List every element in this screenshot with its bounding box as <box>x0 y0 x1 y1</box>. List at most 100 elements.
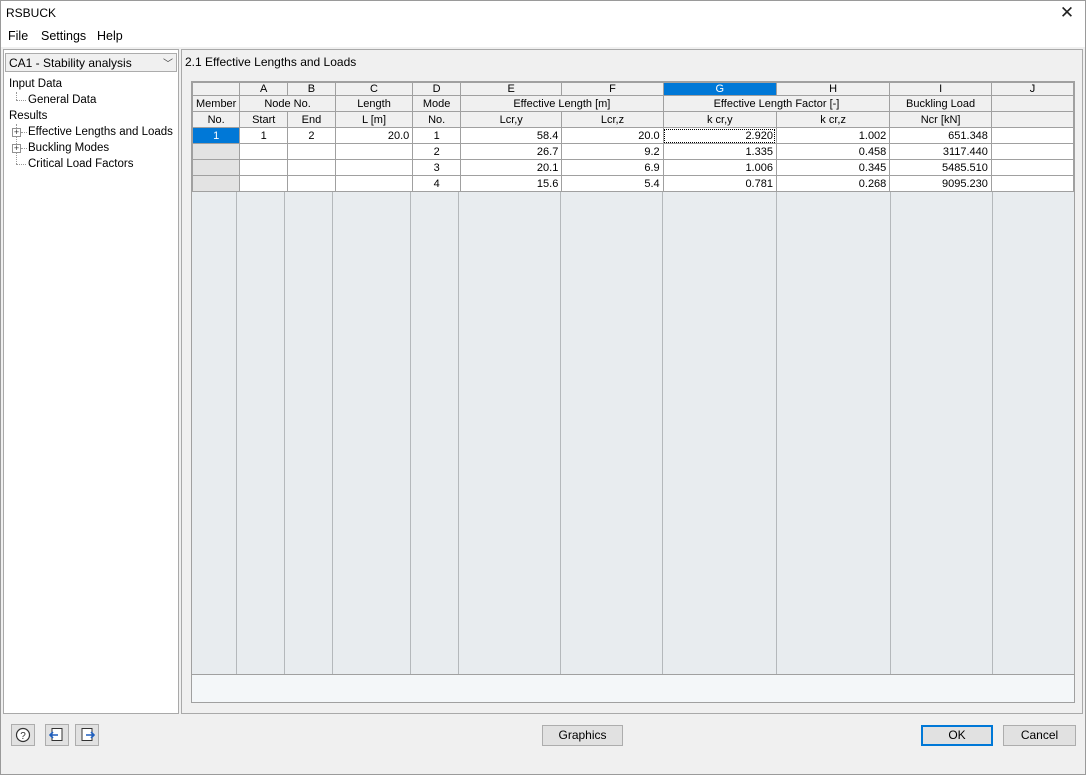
header-lcr-z: Lcr,z <box>561 111 664 128</box>
chevron-down-icon[interactable]: ﹀ <box>163 55 173 70</box>
menu-file[interactable]: File <box>8 29 28 43</box>
column-letter-j[interactable]: J <box>990 82 1074 96</box>
cell-end[interactable] <box>287 159 336 176</box>
results-grid: A B C D E F G H I J Member Node No. Leng… <box>192 82 1074 192</box>
cell-kcr-z[interactable]: 0.345 <box>775 159 891 176</box>
cell-kcr-y[interactable]: 1.006 <box>662 159 777 176</box>
header-end: End <box>287 111 336 128</box>
header-start: Start <box>239 111 289 128</box>
menu-settings[interactable]: Settings <box>41 29 86 43</box>
cell-lcr-y[interactable]: 20.1 <box>460 159 563 176</box>
header-length: Length <box>334 95 414 112</box>
cell-ncr[interactable]: 5485.510 <box>889 159 992 176</box>
header-kcr-z: k cr,z <box>775 111 891 128</box>
header-member-no: No. <box>192 111 241 128</box>
cell-lcr-y[interactable]: 58.4 <box>460 127 563 144</box>
row-header[interactable] <box>192 143 241 160</box>
cell-ncr[interactable]: 9095.230 <box>889 175 992 192</box>
column-letter-d[interactable]: D <box>412 82 462 96</box>
cell-lcr-y[interactable]: 15.6 <box>460 175 563 192</box>
cell-ncr[interactable]: 3117.440 <box>889 143 992 160</box>
case-selector-value: CA1 - Stability analysis <box>9 56 132 70</box>
column-letter-b[interactable]: B <box>287 82 336 96</box>
cell-lcr-z[interactable]: 9.2 <box>561 143 664 160</box>
table-row: 3 20.1 6.9 1.006 0.345 5485.510 <box>192 159 1074 176</box>
column-letter-g[interactable]: G <box>662 82 777 96</box>
import-icon[interactable] <box>45 724 69 746</box>
cell-kcr-z[interactable]: 0.268 <box>775 175 891 192</box>
results-table: A B C D E F G H I J Member Node No. Leng… <box>191 81 1075 703</box>
case-selector[interactable]: CA1 - Stability analysis ﹀ <box>5 53 177 72</box>
header-effective-length-factor: Effective Length Factor [-] <box>662 95 891 112</box>
table-row: 4 15.6 5.4 0.781 0.268 9095.230 <box>192 175 1074 192</box>
window-title: RSBUCK <box>6 6 57 20</box>
cell-kcr-z[interactable]: 0.458 <box>775 143 891 160</box>
header-lcr-y: Lcr,y <box>460 111 563 128</box>
header-member: Member <box>192 95 241 112</box>
column-letter-i[interactable]: I <box>889 82 992 96</box>
cell-lcr-z[interactable]: 6.9 <box>561 159 664 176</box>
cell-kcr-y[interactable]: 0.781 <box>662 175 777 192</box>
table-footer <box>192 674 1074 702</box>
cell-mode[interactable]: 1 <box>412 127 462 144</box>
row-header[interactable] <box>192 159 241 176</box>
cell-j[interactable] <box>990 143 1074 160</box>
close-icon[interactable]: ✕ <box>1055 2 1079 26</box>
cell-kcr-y[interactable]: 1.335 <box>662 143 777 160</box>
cell-j[interactable] <box>990 175 1074 192</box>
expand-icon[interactable]: + <box>12 144 21 153</box>
graphics-button[interactable]: Graphics <box>542 725 623 746</box>
row-header[interactable]: 1 <box>192 127 241 144</box>
cell-start[interactable] <box>239 159 289 176</box>
cell-kcr-z[interactable]: 1.002 <box>775 127 891 144</box>
help-icon[interactable]: ? <box>11 724 35 746</box>
cell-kcr-y[interactable]: 2.920 <box>662 127 777 144</box>
export-icon[interactable] <box>75 724 99 746</box>
menu-help[interactable]: Help <box>97 29 123 43</box>
cell-end[interactable] <box>287 143 336 160</box>
cell-length[interactable]: 20.0 <box>334 127 414 144</box>
expand-icon[interactable]: + <box>12 128 21 137</box>
cell-end[interactable]: 2 <box>287 127 336 144</box>
cell-length[interactable] <box>334 159 414 176</box>
tree-item-critical-load-factors[interactable]: Critical Load Factors <box>28 158 133 170</box>
cell-j[interactable] <box>990 159 1074 176</box>
cell-lcr-y[interactable]: 26.7 <box>460 143 563 160</box>
cancel-button[interactable]: Cancel <box>1003 725 1076 746</box>
column-letter-c[interactable]: C <box>334 82 414 96</box>
tree-item-input-data[interactable]: Input Data <box>9 78 62 90</box>
row-header[interactable] <box>192 175 241 192</box>
column-letter-h[interactable]: H <box>775 82 891 96</box>
header-node-no: Node No. <box>239 95 336 112</box>
panel-title: 2.1 Effective Lengths and Loads <box>185 55 357 69</box>
cell-ncr[interactable]: 651.348 <box>889 127 992 144</box>
column-letter-e[interactable]: E <box>460 82 563 96</box>
column-letter-f[interactable]: F <box>561 82 664 96</box>
header-length-unit: L [m] <box>334 111 414 128</box>
cell-length[interactable] <box>334 143 414 160</box>
tree-item-general-data[interactable]: General Data <box>28 94 96 106</box>
cell-lcr-z[interactable]: 20.0 <box>561 127 664 144</box>
header-buckling-load: Buckling Load <box>889 95 992 112</box>
menu-bar: File Settings Help <box>1 27 1085 47</box>
corner-cell <box>192 82 241 96</box>
cell-mode[interactable]: 2 <box>412 143 462 160</box>
tree-item-results[interactable]: Results <box>9 110 47 122</box>
cell-j[interactable] <box>990 127 1074 144</box>
column-letter-a[interactable]: A <box>239 82 289 96</box>
navigator-panel: CA1 - Stability analysis ﹀ Input Data Ge… <box>3 49 179 714</box>
svg-text:?: ? <box>20 731 26 742</box>
cell-start[interactable] <box>239 175 289 192</box>
cell-start[interactable] <box>239 143 289 160</box>
cell-mode[interactable]: 3 <box>412 159 462 176</box>
cell-lcr-z[interactable]: 5.4 <box>561 175 664 192</box>
cell-end[interactable] <box>287 175 336 192</box>
tree-item-buckling-modes[interactable]: Buckling Modes <box>28 142 109 154</box>
header-mode-no: No. <box>412 111 462 128</box>
main-panel: 2.1 Effective Lengths and Loads A B C D … <box>181 49 1083 714</box>
cell-mode[interactable]: 4 <box>412 175 462 192</box>
ok-button[interactable]: OK <box>921 725 993 746</box>
cell-length[interactable] <box>334 175 414 192</box>
tree-item-effective-lengths[interactable]: Effective Lengths and Loads <box>28 126 173 138</box>
cell-start[interactable]: 1 <box>239 127 289 144</box>
